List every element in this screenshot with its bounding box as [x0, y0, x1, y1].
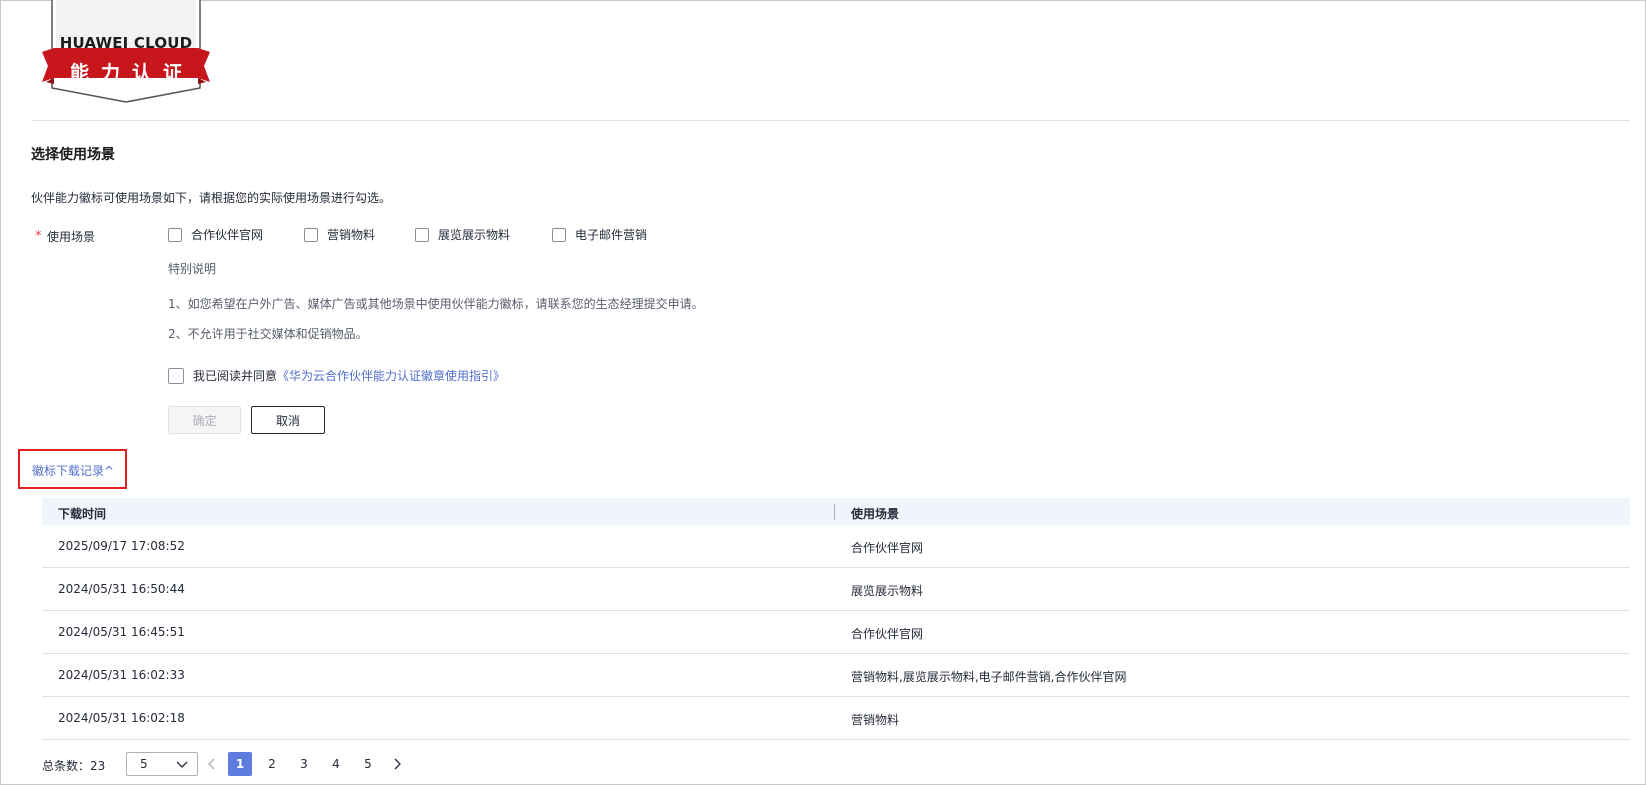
column-separator: [834, 504, 835, 520]
option-label: 电子邮件营销: [575, 228, 648, 242]
cell-time: 2024/05/31 16:45:51: [58, 625, 185, 639]
special-note-2: 2、不允许用于社交媒体和促销物品。: [168, 327, 368, 341]
agreement-text: 我已阅读并同意: [193, 369, 278, 383]
required-mark: *: [35, 229, 42, 244]
table-row: 2024/05/31 16:45:51 合作伙伴官网: [42, 611, 1630, 654]
special-note-title: 特别说明: [168, 262, 217, 276]
cell-time: 2024/05/31 16:02:18: [58, 711, 185, 725]
chevron-left-icon[interactable]: [206, 757, 218, 771]
cell-scene: 营销物料: [851, 713, 900, 727]
section-title: 选择使用场景: [31, 147, 115, 163]
total-count: 总条数：23: [42, 759, 106, 773]
download-records-toggle-label[interactable]: 徽标下载记录^: [32, 462, 114, 479]
cell-scene: 营销物料,展览展示物料,电子邮件营销,合作伙伴官网: [851, 670, 1127, 684]
checkbox[interactable]: [168, 227, 182, 242]
cell-time: 2024/05/31 16:50:44: [58, 582, 185, 596]
option-partner-website[interactable]: 合作伙伴官网: [168, 226, 263, 243]
guideline-link[interactable]: 《华为云合作伙伴能力认证徽章使用指引》: [277, 369, 505, 383]
cell-scene: 合作伙伴官网: [851, 541, 924, 555]
checkbox[interactable]: [304, 227, 318, 242]
option-label: 合作伙伴官网: [191, 228, 264, 242]
chevron-right-icon[interactable]: [391, 757, 403, 771]
logo-brand-cn: 能力认证: [69, 62, 194, 84]
special-note-1: 1、如您希望在户外广告、媒体广告或其他场景中使用伙伴能力徽标，请联系您的生态经理…: [168, 297, 704, 311]
table-row: 2025/09/17 17:08:52 合作伙伴官网: [42, 525, 1630, 568]
agreement-checkbox[interactable]: [168, 367, 184, 384]
badge-shield-icon: [42, 0, 210, 103]
section-divider: [31, 120, 1630, 121]
cell-scene: 展览展示物料: [851, 584, 924, 598]
option-exhibition-material[interactable]: 展览展示物料: [415, 226, 510, 243]
huawei-cloud-certification-logo: HUAWEI CLOUD 能力认证: [42, 0, 210, 104]
checkbox[interactable]: [415, 227, 429, 242]
agreement-row[interactable]: 我已阅读并同意《华为云合作伙伴能力认证徽章使用指引》: [168, 367, 505, 384]
option-label: 展览展示物料: [438, 228, 511, 242]
page-4[interactable]: 4: [324, 752, 348, 776]
page-size-select[interactable]: 5: [126, 752, 198, 776]
cell-scene: 合作伙伴官网: [851, 627, 924, 641]
table-header: 下载时间 使用场景: [42, 498, 1630, 525]
cell-time: 2025/09/17 17:08:52: [58, 539, 185, 553]
logo-brand-en: HUAWEI CLOUD: [59, 34, 193, 52]
table-row: 2024/05/31 16:02:33 营销物料,展览展示物料,电子邮件营销,合…: [42, 654, 1630, 697]
option-email-marketing[interactable]: 电子邮件营销: [552, 226, 647, 243]
section-intro: 伙伴能力徽标可使用场景如下，请根据您的实际使用场景进行勾选。: [31, 191, 392, 205]
usage-scene-label: 使用场景: [47, 230, 96, 244]
column-download-time: 下载时间: [58, 507, 107, 521]
download-records-toggle[interactable]: 徽标下载记录^: [18, 449, 127, 489]
chevron-down-icon: [176, 761, 188, 768]
page-5[interactable]: 5: [356, 752, 380, 776]
cell-time: 2024/05/31 16:02:33: [58, 668, 185, 682]
column-usage-scene: 使用场景: [851, 507, 900, 521]
download-records-table: 下载时间 使用场景 2025/09/17 17:08:52 合作伙伴官网 202…: [42, 498, 1630, 740]
checkbox[interactable]: [552, 227, 566, 242]
page-3[interactable]: 3: [292, 752, 316, 776]
page-1[interactable]: 1: [228, 752, 252, 776]
table-row: 2024/05/31 16:02:18 营销物料: [42, 697, 1630, 740]
option-marketing-material[interactable]: 营销物料: [304, 226, 375, 243]
confirm-button[interactable]: 确定: [168, 406, 241, 434]
table-row: 2024/05/31 16:50:44 展览展示物料: [42, 568, 1630, 611]
option-label: 营销物料: [327, 228, 376, 242]
page-2[interactable]: 2: [260, 752, 284, 776]
page-size-value: 5: [140, 757, 148, 771]
cancel-button[interactable]: 取消: [251, 406, 325, 434]
